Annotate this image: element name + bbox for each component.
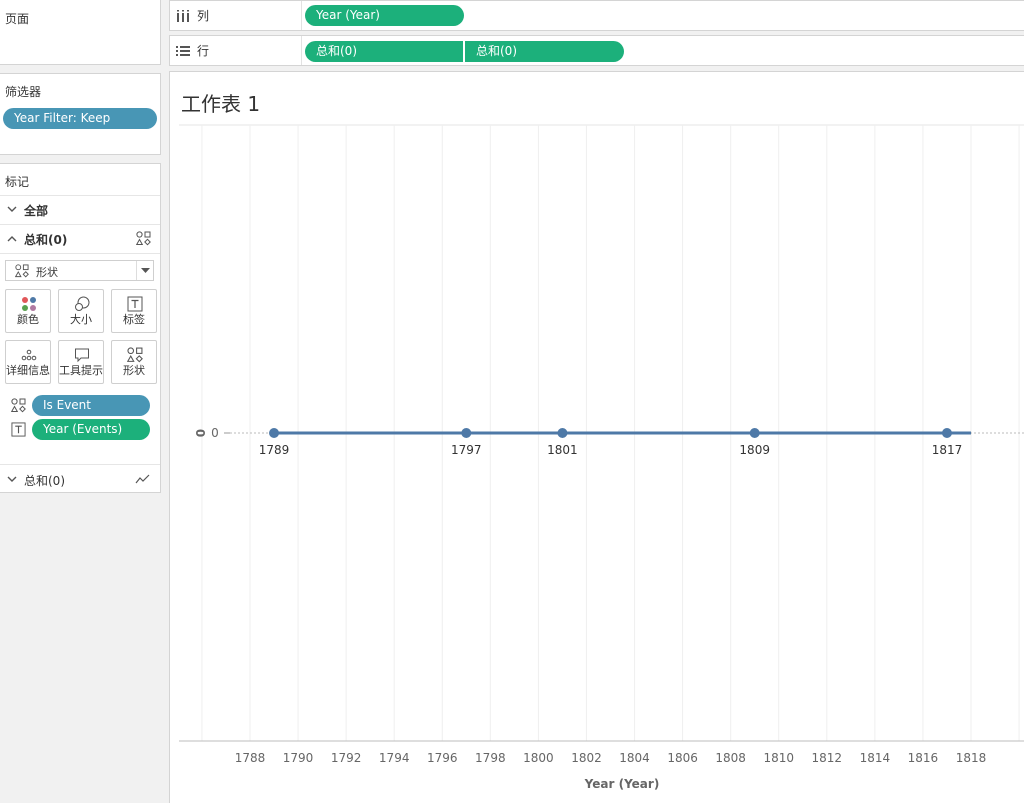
- x-tick-label: 1818: [956, 751, 987, 765]
- x-tick-label: 1808: [715, 751, 746, 765]
- x-tick-label: 1816: [908, 751, 939, 765]
- x-tick-label: 1800: [523, 751, 554, 765]
- data-label: 1801: [547, 443, 578, 457]
- data-point: [269, 428, 280, 438]
- x-tick-label: 1788: [235, 751, 266, 765]
- x-tick-label: 1798: [475, 751, 506, 765]
- y-tick-label: 0: [211, 426, 219, 440]
- x-tick-label: 1802: [571, 751, 602, 765]
- x-tick-label: 1812: [812, 751, 843, 765]
- data-label: 1797: [451, 443, 482, 457]
- data-label: 1817: [932, 443, 963, 457]
- data-label: 1789: [259, 443, 290, 457]
- x-tick-label: 1790: [283, 751, 314, 765]
- chart-svg: 1788 1790 1792 1794 1796 1798 1800 1802 1804 1806…: [179, 124, 1024, 791]
- y-axis-title: 0: [193, 429, 207, 437]
- x-tick-label: 1792: [331, 751, 362, 765]
- x-tick-label: 1794: [379, 751, 410, 765]
- x-axis-title: Year (Year): [584, 777, 660, 791]
- x-tick-label: 1810: [763, 751, 794, 765]
- x-tick-label: 1814: [860, 751, 891, 765]
- data-label: 1809: [739, 443, 770, 457]
- data-point: [557, 428, 568, 438]
- data-point: [941, 428, 952, 438]
- data-point: [749, 428, 760, 438]
- x-tick-label: 1806: [667, 751, 698, 765]
- x-tick-label: 1796: [427, 751, 458, 765]
- x-tick-label: 1804: [619, 751, 650, 765]
- data-point: [461, 428, 472, 438]
